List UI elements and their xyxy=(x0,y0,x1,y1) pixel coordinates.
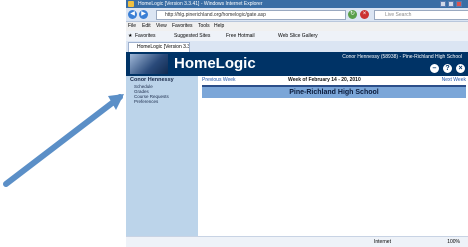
security-zone: Internet xyxy=(374,239,391,245)
minimize-icon[interactable] xyxy=(440,1,446,7)
close-icon[interactable] xyxy=(456,1,462,7)
address-input[interactable]: http://hlg.pinerichland.org/homelogic/ga… xyxy=(156,10,346,20)
user-name: Conor Hennessy (58938) - Pine-Richland H… xyxy=(342,54,462,60)
app-header: HomeLogic Conor Hennessy (58938) - Pine-… xyxy=(126,52,468,76)
refresh-icon[interactable]: ↻ xyxy=(348,10,357,19)
menu-help[interactable]: Help xyxy=(214,22,224,31)
minimize-panel-button[interactable]: – xyxy=(430,64,439,73)
menu-favorites[interactable]: Favorites xyxy=(172,22,193,31)
status-bar: Internet 100% xyxy=(126,236,468,247)
star-icon: ★ xyxy=(128,33,133,39)
fav-free-hotmail[interactable]: Free Hotmail xyxy=(226,31,255,41)
next-week-link[interactable]: Next Week xyxy=(442,77,466,84)
browser-window: HomeLogic [Version 3.3.41] - Windows Int… xyxy=(126,0,468,247)
fav-suggested-sites[interactable]: Suggested Sites xyxy=(174,31,210,41)
week-label: Week of February 14 - 20, 2010 xyxy=(288,77,361,83)
back-icon[interactable]: ◀ xyxy=(128,10,137,19)
stop-icon[interactable]: × xyxy=(360,10,369,19)
logo-image xyxy=(130,54,168,74)
ie-icon xyxy=(128,1,134,7)
app-logo: HomeLogic xyxy=(174,55,256,72)
menu-edit[interactable]: Edit xyxy=(142,22,151,31)
favorites-button[interactable]: Favorites xyxy=(135,31,156,41)
tab-homelogic[interactable]: HomeLogic [Version 3.3.41] xyxy=(128,42,190,52)
zoom-level[interactable]: 100% xyxy=(447,237,460,247)
forward-icon[interactable]: ▶ xyxy=(139,10,148,19)
sidebar: Conor Hennessy Schedule Grades Course Re… xyxy=(126,76,198,236)
menu-view[interactable]: View xyxy=(156,22,167,31)
sidebar-item-preferences[interactable]: Preferences xyxy=(134,99,158,104)
address-row: ◀ ▶ http://hlg.pinerichland.org/homelogi… xyxy=(126,8,468,22)
menu-file[interactable]: File xyxy=(128,22,136,31)
menu-bar: File Edit View Favorites Tools Help xyxy=(126,22,468,31)
search-input[interactable]: Live Search xyxy=(374,10,468,20)
close-panel-button[interactable]: × xyxy=(456,64,465,73)
previous-week-link[interactable]: Previous Week xyxy=(202,77,236,84)
fav-web-slice-gallery[interactable]: Web Slice Gallery xyxy=(278,31,318,41)
school-name: Pine-Richland High School xyxy=(202,85,466,98)
menu-tools[interactable]: Tools xyxy=(198,22,210,31)
help-button[interactable]: ? xyxy=(443,64,452,73)
sidebar-title: Conor Hennessy xyxy=(130,77,174,83)
maximize-icon[interactable] xyxy=(448,1,454,7)
window-title: HomeLogic [Version 3.3.41] - Windows Int… xyxy=(138,1,263,7)
week-navigation: Previous Week Week of February 14 - 20, … xyxy=(200,77,468,84)
title-bar: HomeLogic [Version 3.3.41] - Windows Int… xyxy=(126,0,468,8)
main-content: Previous Week Week of February 14 - 20, … xyxy=(200,76,468,236)
